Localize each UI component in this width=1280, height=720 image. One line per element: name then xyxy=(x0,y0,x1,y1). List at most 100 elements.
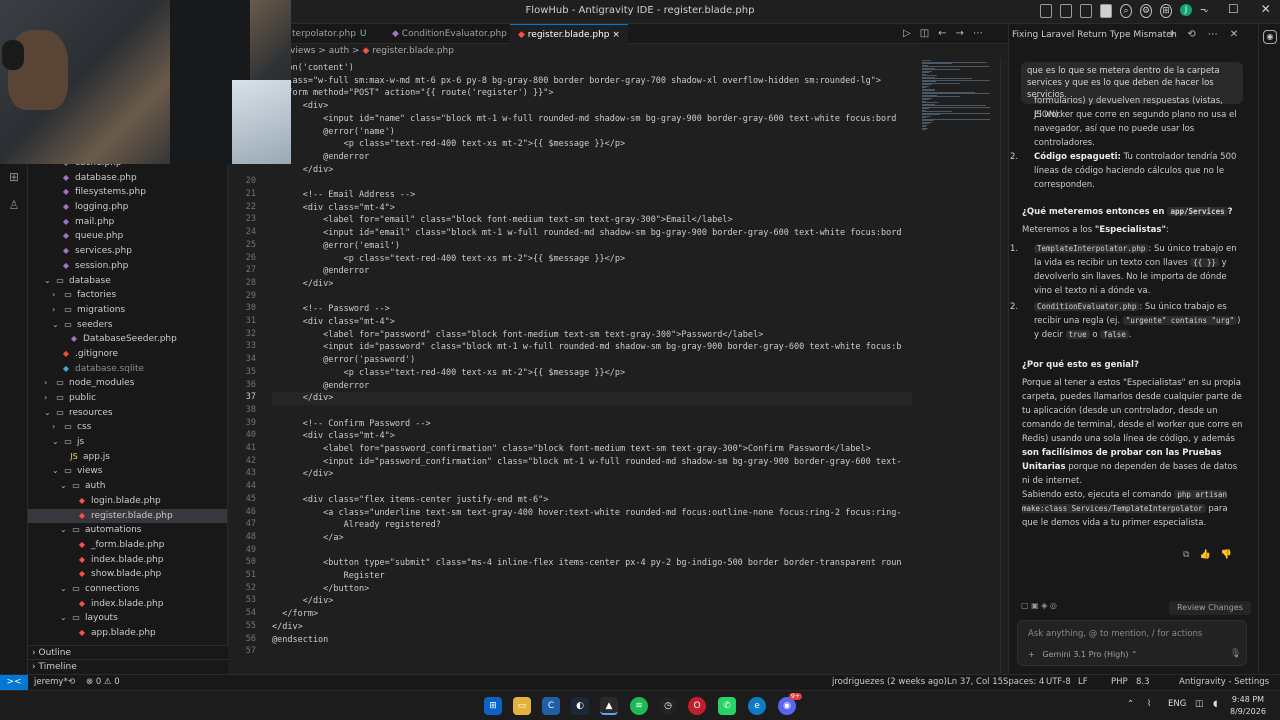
language-mode[interactable]: PHP xyxy=(1111,677,1128,687)
review-changes-button[interactable]: Review Changes xyxy=(1169,601,1251,615)
code-line[interactable]: <p class="text-red-400 text-xs mt-2">{{ … xyxy=(272,253,625,266)
code-line[interactable]: <a class="underline text-sm text-gray-40… xyxy=(272,507,901,520)
back-icon[interactable]: ← xyxy=(938,28,946,39)
file-tree-item[interactable]: › ▭ migrations xyxy=(28,303,227,318)
encoding[interactable]: UTF-8 xyxy=(1046,677,1071,687)
file-tree-item[interactable]: ⌄ ▭ database xyxy=(28,274,227,289)
code-line[interactable]: @error('email') xyxy=(272,240,400,253)
code-line[interactable]: <div class="mt-4"> xyxy=(272,430,395,443)
clock-app-icon[interactable]: ◷ xyxy=(659,697,677,715)
toggle-sidebar-icon[interactable] xyxy=(1040,4,1052,18)
start-icon[interactable]: ⊞ xyxy=(484,697,502,715)
chat-input-box[interactable]: Ask anything, @ to mention, / for action… xyxy=(1017,620,1247,666)
file-tree-item[interactable]: ◆ register.blade.php xyxy=(28,508,227,524)
tab-register-blade[interactable]: ◆ register.blade.php × xyxy=(510,24,628,44)
breadcrumb-views[interactable]: views xyxy=(290,46,315,56)
run-icon[interactable]: ▷ xyxy=(903,28,911,39)
code-line[interactable]: @endsection xyxy=(272,634,328,647)
breadcrumb-file[interactable]: register.blade.php xyxy=(372,46,454,56)
php-version[interactable]: 8.3 xyxy=(1136,677,1150,687)
code-line[interactable]: <div class="mt-4"> xyxy=(272,316,395,329)
code-line[interactable]: <div class="mt-4"> xyxy=(272,202,395,215)
edge-icon[interactable]: e xyxy=(748,697,766,715)
antigravity-icon[interactable]: ▲ xyxy=(600,697,618,715)
file-tree-item[interactable]: ◆ _form.blade.php xyxy=(28,538,227,553)
code-line[interactable]: <label for="password_confirmation" class… xyxy=(272,443,871,456)
account-avatar[interactable]: J xyxy=(1180,4,1192,16)
toggle-agent-panel-icon[interactable] xyxy=(1100,4,1112,18)
more-actions-icon[interactable]: ⋯ xyxy=(973,28,983,39)
code-line[interactable]: @enderror xyxy=(272,265,369,278)
file-tree-item[interactable]: ◆ .gitignore xyxy=(28,347,227,362)
file-tree-item[interactable]: ◆ mail.php xyxy=(28,215,227,230)
close-icon[interactable]: ✕ xyxy=(1261,2,1271,16)
code-line[interactable]: </div> xyxy=(272,392,912,405)
mcp-icon[interactable]: ◈ xyxy=(1041,601,1047,610)
code-line[interactable]: </div> xyxy=(272,621,303,634)
file-tree-item[interactable]: ⌄ ▭ auth xyxy=(28,479,227,494)
code-line[interactable]: Already registered? xyxy=(272,519,441,532)
indentation[interactable]: Spaces: 4 xyxy=(1003,677,1044,687)
whatsapp-icon[interactable]: ✆ xyxy=(718,697,736,715)
code-line[interactable]: <input id="email" class="block mt-1 w-fu… xyxy=(272,227,901,240)
file-tree-item[interactable]: ◆ services.php xyxy=(28,244,227,259)
code-line[interactable]: <input id="name" class="block mt-1 w-ful… xyxy=(272,113,896,126)
code-line[interactable]: <!-- Confirm Password --> xyxy=(272,418,431,431)
toggle-panel-icon[interactable] xyxy=(1060,4,1072,18)
code-line[interactable]: <label for="email" class="block font-med… xyxy=(272,214,732,227)
code-line[interactable]: <!-- Password --> xyxy=(272,303,390,316)
file-tree-item[interactable]: ◆ login.blade.php xyxy=(28,494,227,509)
maximize-icon[interactable]: ☐ xyxy=(1228,2,1239,16)
editor-scrollbar[interactable] xyxy=(1000,58,1008,674)
thumbs-down-icon[interactable]: 👎 xyxy=(1221,550,1232,560)
code-line[interactable]: </div> xyxy=(272,278,334,291)
file-tree-item[interactable]: ⌄ ▭ layouts xyxy=(28,611,227,626)
file-tree-item[interactable]: ◆ session.php xyxy=(28,259,227,274)
code-line[interactable]: </form> xyxy=(272,608,318,621)
close-tab-icon[interactable]: × xyxy=(612,30,620,40)
search-icon[interactable]: ⌕ xyxy=(1120,4,1132,18)
code-line[interactable]: <p class="text-red-400 text-xs mt-2">{{ … xyxy=(272,367,625,380)
file-tree-item[interactable]: › ▭ public xyxy=(28,391,227,406)
code-editor[interactable]: ction('content') v class="w-full sm:max-w… xyxy=(228,58,918,674)
remote-indicator[interactable]: >< xyxy=(0,675,28,691)
file-tree-item[interactable]: ◆ database.php xyxy=(28,171,227,186)
timeline-section[interactable]: › Timeline xyxy=(28,659,228,673)
sync-icon[interactable]: ⟲ xyxy=(68,677,75,687)
file-icon[interactable]: ▢ xyxy=(1021,601,1029,610)
code-line[interactable]: <!-- Email Address --> xyxy=(272,189,416,202)
toggle-secondary-sidebar-icon[interactable] xyxy=(1080,4,1092,18)
file-tree-item[interactable]: › ▭ factories xyxy=(28,288,227,303)
cursor-position[interactable]: Ln 37, Col 15 xyxy=(947,677,1003,687)
code-line[interactable]: Register xyxy=(272,570,385,583)
code-line[interactable]: <p class="text-red-400 text-xs mt-2">{{ … xyxy=(272,138,625,151)
code-line[interactable]: <input id="password_confirmation" class=… xyxy=(272,456,901,469)
file-tree-item[interactable]: › ▭ node_modules xyxy=(28,376,227,391)
code-line[interactable]: </div> xyxy=(272,595,334,608)
file-tree-item[interactable]: › ▭ css xyxy=(28,420,227,435)
problems-indicator[interactable]: ⊗ 0 ⚠ 0 xyxy=(86,677,120,687)
volume-icon[interactable]: ◖ xyxy=(1213,699,1217,709)
agent-icon[interactable]: ◉ xyxy=(1263,30,1277,44)
file-tree-item[interactable]: ⌄ ▭ js xyxy=(28,435,227,450)
split-editor-icon[interactable]: ◫ xyxy=(920,28,929,39)
file-tree-item[interactable]: ⌄ ▭ connections xyxy=(28,582,227,597)
close-icon[interactable]: ✕ xyxy=(1230,29,1238,40)
add-icon[interactable]: + xyxy=(1167,29,1175,40)
file-tree-item[interactable]: ⌄ ▭ seeders xyxy=(28,318,227,333)
thumbs-up-icon[interactable]: 👍 xyxy=(1199,550,1210,560)
language-indicator[interactable]: ENG xyxy=(1168,699,1186,709)
more-icon[interactable]: ⋯ xyxy=(1208,29,1218,40)
network-icon[interactable]: ◫ xyxy=(1195,699,1203,709)
file-tree-item[interactable]: JS app.js xyxy=(28,450,227,465)
context-icon[interactable]: ◎ xyxy=(1050,601,1057,610)
add-icon[interactable]: + xyxy=(1028,650,1035,659)
model-selector[interactable]: + Gemini 3.1 Pro (High) ⌃ xyxy=(1028,650,1138,659)
minimap[interactable] xyxy=(918,58,1000,674)
microphone-icon[interactable]: 🎙 xyxy=(1230,649,1241,659)
code-line[interactable]: <div class="flex items-center justify-en… xyxy=(272,494,549,507)
extensions-icon[interactable]: ⊞ xyxy=(7,170,21,184)
opera-icon[interactable]: O xyxy=(688,697,706,715)
code-line[interactable]: <input id="password" class="block mt-1 w… xyxy=(272,341,901,354)
file-tree-item[interactable]: ◆ queue.php xyxy=(28,229,227,244)
